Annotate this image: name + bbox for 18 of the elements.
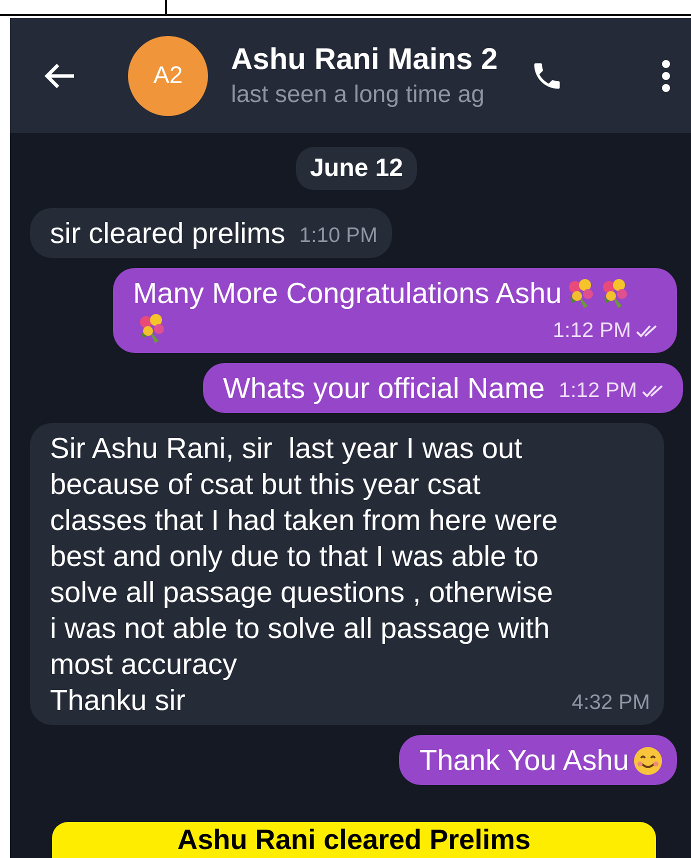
message-time: 1:12 PM	[552, 319, 631, 343]
back-button[interactable]	[44, 62, 76, 90]
bouquet-icon	[137, 312, 167, 344]
message-text: Sir Ashu Rani, sir last year I was out because of csat but this year csat classes that I had taken from here were best and only due to that I was able to solve all passage questions , otherwise i was not able to solve all passage with most accuracy Thanku sir	[50, 432, 558, 719]
message-time: 1:12 PM	[558, 379, 637, 403]
smile-icon	[633, 746, 663, 776]
contact-name: Ashu Rani Mains 2	[231, 42, 499, 76]
last-seen-status: last seen a long time ag	[231, 80, 486, 108]
avatar[interactable]: A2	[128, 36, 208, 116]
message-text: sir cleared prelims	[50, 217, 286, 252]
message-text: Many More Congratulations Ashu	[133, 277, 562, 312]
message-time: 4:32 PM	[572, 691, 650, 715]
message-text: Whats your official Name	[222, 372, 545, 407]
message-time: 1:10 PM	[299, 224, 378, 248]
more-options-button[interactable]	[661, 58, 671, 92]
caption-banner: Ashu Rani cleared Prelims	[52, 822, 656, 858]
message-text: Thank You Ashu	[419, 744, 629, 779]
date-label: June 12	[296, 147, 418, 190]
